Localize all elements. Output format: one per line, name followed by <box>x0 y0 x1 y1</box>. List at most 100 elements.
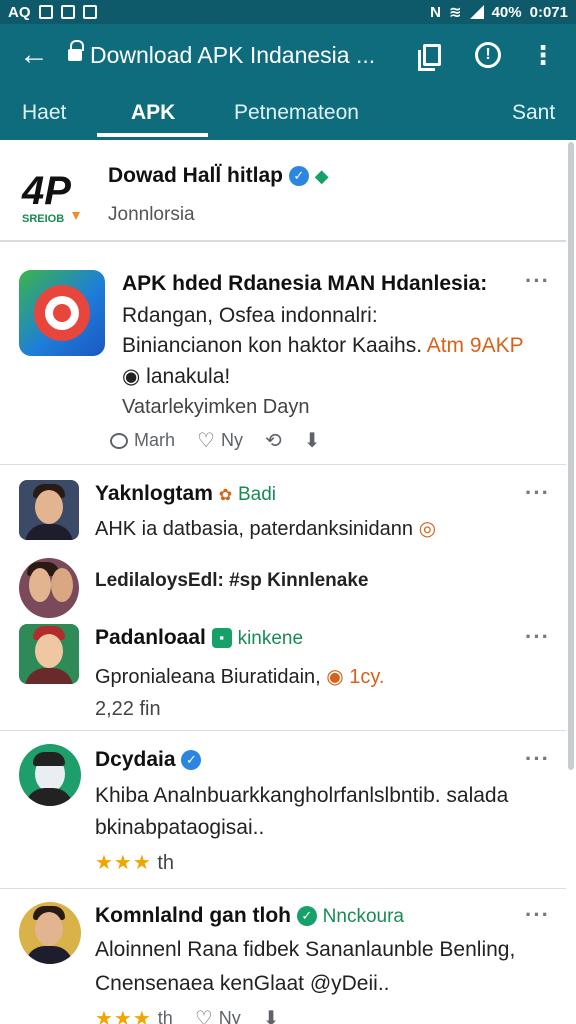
channel-name-text: Dowad Hall̈ hitlap <box>108 164 284 187</box>
active-tab-indicator <box>97 133 208 137</box>
back-arrow-icon[interactable]: ← <box>0 24 68 86</box>
post-card[interactable]: APK hded Rdanesia MAN Hdanlesia: ··· Rda… <box>0 254 566 464</box>
battery-text: 40% <box>491 3 522 21</box>
post-accent-text: Atm 9AKP <box>426 334 524 357</box>
post-text: Cnensenaea kenGlaat @yDeii.. <box>95 972 390 995</box>
share-button[interactable]: ⟲ <box>265 428 282 453</box>
heart-icon: ♡ <box>197 430 215 452</box>
post-text: Khiba Analnbuarkkangholrfanlslbntib. sal… <box>95 784 509 807</box>
post-author: Komnlalnd gan tloh <box>95 904 291 927</box>
post-line-text: Biniancianon kon haktor Kaaihs. <box>122 334 423 357</box>
more-horiz-icon[interactable]: ··· <box>525 902 550 928</box>
tab-petnemateon[interactable]: Petnemateon <box>234 86 359 140</box>
like-button[interactable]: ♡ Ny <box>195 1006 241 1024</box>
divider <box>0 888 566 889</box>
copy-icon <box>418 44 441 71</box>
post-line: ◉ lanakula! <box>122 364 230 389</box>
post-text: Gpronialeana Biuratidain, ◉ 1cy. <box>95 664 384 689</box>
tab-haet[interactable]: Haet <box>22 86 66 140</box>
post-author: Yaknlogtam <box>95 482 213 505</box>
status-bar: AQ N ≋ 40% 0:071 <box>0 0 576 24</box>
download-button[interactable]: ⬇ <box>263 1006 280 1024</box>
app-bar: ← Download APK Indanesia ... ! ⋮ <box>0 24 576 86</box>
clock: 0:071 <box>529 3 568 21</box>
coin-icon: ◉ <box>122 365 141 388</box>
post-text: bkinabpataogisai.. <box>95 816 265 839</box>
post-link[interactable]: LedilaloysEdl: #sp Kinnlenake <box>95 570 368 592</box>
channel-subtitle: Jonnlorsia <box>108 204 195 225</box>
avatar <box>19 558 79 618</box>
nfc-icon: N <box>430 3 442 21</box>
post-title: Komnlalnd gan tloh ✓ Nnckoura <box>95 904 404 928</box>
star-icon: ★★★ <box>95 852 152 874</box>
more-horiz-icon[interactable]: ··· <box>525 268 550 294</box>
page-title: Download APK Indanesia ... <box>90 41 376 68</box>
rating: ★★★ th <box>95 850 174 875</box>
post-title: APK hded Rdanesia MAN Hdanlesia: <box>122 272 488 295</box>
post-card[interactable]: Yaknlogtam ✿ Badi ··· AHK ia datbasia, p… <box>0 466 566 546</box>
post-line-text: lanakula! <box>146 365 231 388</box>
info-button[interactable]: ! <box>463 24 513 86</box>
tab-sant[interactable]: Sant <box>512 86 555 140</box>
post-tag: Nnckoura <box>322 906 404 927</box>
chat-icon: ▪ <box>211 628 232 649</box>
badge-icon: ✿ <box>218 487 233 504</box>
app-icon <box>82 5 97 19</box>
post-accent-text: 1cy. <box>349 666 385 688</box>
coin-icon: ◎ <box>418 518 437 540</box>
comment-icon <box>110 432 128 449</box>
post-text-content: Gpronialeana Biuratidain, <box>95 666 321 688</box>
verified-icon: ✓ <box>296 906 317 927</box>
channel-header: 4P SREIOB Dowad Hall̈ hitlap ✓ ◆ Jonnlor… <box>0 146 566 242</box>
more-horiz-icon[interactable]: ··· <box>525 624 550 650</box>
star-icon: ★★★ <box>95 1008 152 1024</box>
post-card[interactable]: Dcydaia ✓ ··· Khiba Analnbuarkkangholrfa… <box>0 732 566 888</box>
post-card[interactable]: Padanloaal ▪ kinkene ··· Gpronialeana Bi… <box>0 616 566 730</box>
verified-icon: ✓ <box>181 750 202 771</box>
channel-logo: 4P SREIOB <box>20 164 88 226</box>
svg-text:SREIOB: SREIOB <box>22 213 64 225</box>
tab-bar: Haet APK Petnemateon Sant <box>0 86 576 140</box>
comment-button[interactable]: Marh <box>110 430 175 451</box>
post-line: Biniancianon kon haktor Kaaihs. Atm 9AKP <box>122 334 524 358</box>
rating-text: th <box>157 1008 173 1024</box>
copy-button[interactable] <box>407 24 457 86</box>
post-meta: 2,22 fin <box>95 698 161 720</box>
like-label: Ny <box>220 430 243 450</box>
post-author: Dcydaia <box>95 748 176 771</box>
more-horiz-icon[interactable]: ··· <box>525 746 550 772</box>
post-author: Padanloaal <box>95 626 206 649</box>
channel-name: Dowad Hall̈ hitlap ✓ ◆ <box>108 164 329 188</box>
more-horiz-icon[interactable]: ··· <box>525 480 550 506</box>
post-text: Aloinnenl Rana fidbek Sananlaunble Benli… <box>95 938 516 961</box>
info-icon: ! <box>475 42 501 68</box>
avatar <box>19 902 81 964</box>
rating: ★★★ th <box>95 1006 173 1024</box>
notification-icon <box>60 5 75 19</box>
post-card[interactable]: LedilaloysEdl: #sp Kinnlenake <box>0 552 566 618</box>
post-card[interactable]: Komnlalnd gan tloh ✓ Nnckoura ··· Aloinn… <box>0 890 566 1024</box>
post-tag: Badi <box>237 484 276 505</box>
svg-text:4P: 4P <box>21 169 71 213</box>
scrollbar[interactable] <box>568 142 574 770</box>
post-text: AHK ia datbasia, paterdanksinidann ◎ <box>95 516 436 541</box>
avatar <box>19 624 79 684</box>
post-title: Padanloaal ▪ kinkene <box>95 626 303 650</box>
comment-label: Marh <box>134 430 176 450</box>
avatar <box>19 744 81 806</box>
tab-apk[interactable]: APK <box>131 86 175 140</box>
post-title: Yaknlogtam ✿ Badi <box>95 482 276 506</box>
post-text-content: AHK ia datbasia, paterdanksinidann <box>95 518 413 540</box>
gallery-icon <box>38 5 53 19</box>
like-button[interactable]: ♡ Ny <box>197 428 243 453</box>
more-options-button[interactable]: ⋮ <box>518 24 568 86</box>
download-icon: ⬇ <box>303 430 321 452</box>
lock-icon <box>68 40 84 63</box>
download-button[interactable]: ⬇ <box>304 428 321 453</box>
download-icon: ⬇ <box>262 1008 280 1024</box>
heart-icon: ♡ <box>194 1008 213 1024</box>
app-logo-icon <box>19 270 105 356</box>
post-actions: Marh ♡ Ny ⟲ ⬇ <box>110 428 320 453</box>
post-tag: kinkene <box>237 628 304 649</box>
repost-icon: ⟲ <box>264 430 282 452</box>
